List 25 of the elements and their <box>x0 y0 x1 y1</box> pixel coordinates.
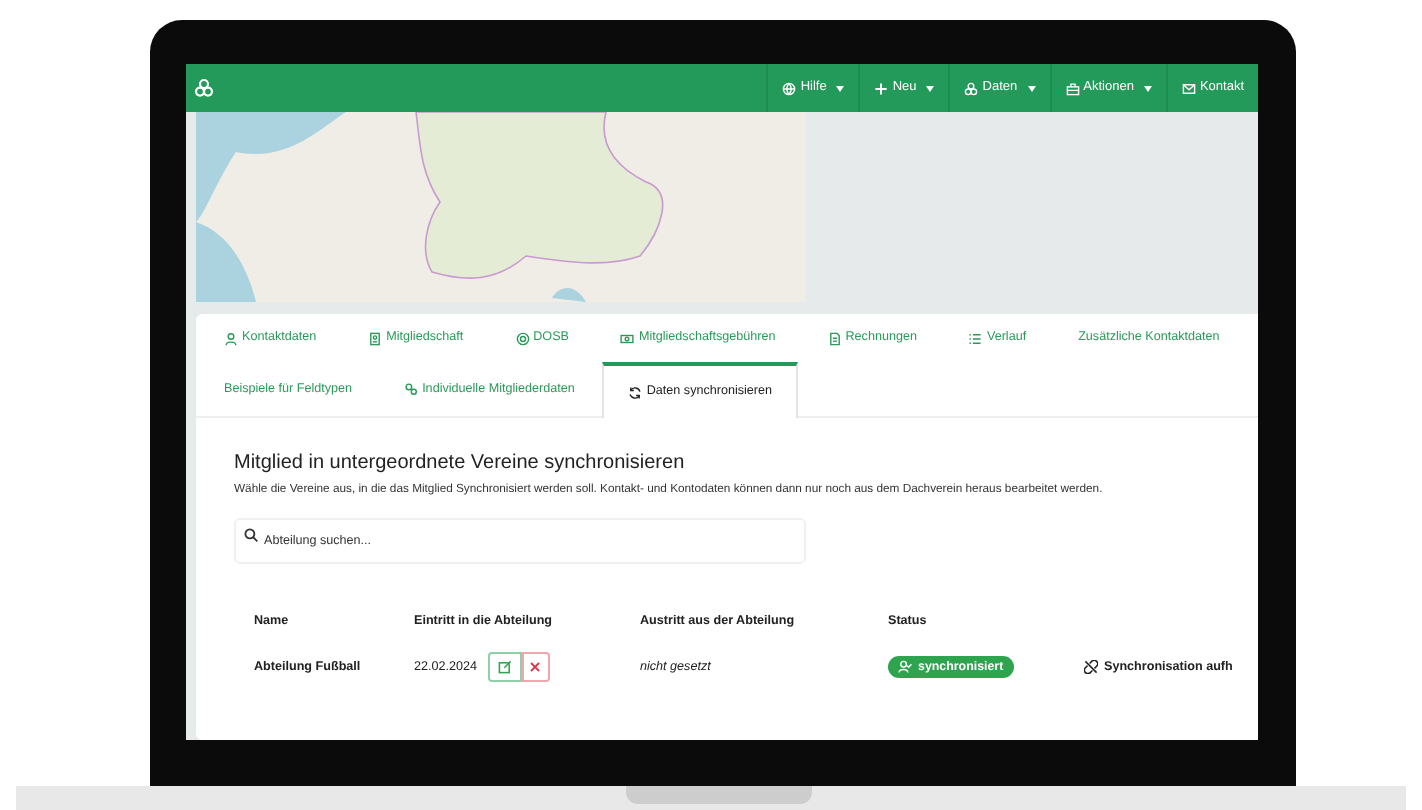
refresh-icon <box>628 385 643 399</box>
caret-icon <box>836 85 845 91</box>
globe-icon <box>782 81 797 95</box>
triangle-circles-icon <box>964 81 979 95</box>
delete-button[interactable] <box>521 652 550 683</box>
envelope-icon <box>1181 81 1196 95</box>
document-icon <box>827 331 842 345</box>
broken-link-icon <box>1084 660 1098 675</box>
target-icon <box>515 331 530 345</box>
logo-icon[interactable] <box>194 78 214 98</box>
search-icon <box>244 527 258 542</box>
caret-icon <box>926 85 935 91</box>
caret-icon <box>1143 85 1152 91</box>
edit-button[interactable] <box>487 652 522 683</box>
edit-icon <box>497 660 512 675</box>
list-icon <box>968 331 983 345</box>
close-icon <box>530 662 541 673</box>
id-card-icon <box>368 331 383 345</box>
caret-icon <box>1027 85 1036 91</box>
toolbox-icon <box>1065 81 1080 95</box>
person-icon <box>224 331 238 345</box>
section-title: Mitglied in untergeordnete Vereine synchronisieren <box>234 452 687 476</box>
plus-icon <box>874 81 889 95</box>
person-check-icon <box>898 659 912 674</box>
banknote-icon <box>620 331 635 345</box>
